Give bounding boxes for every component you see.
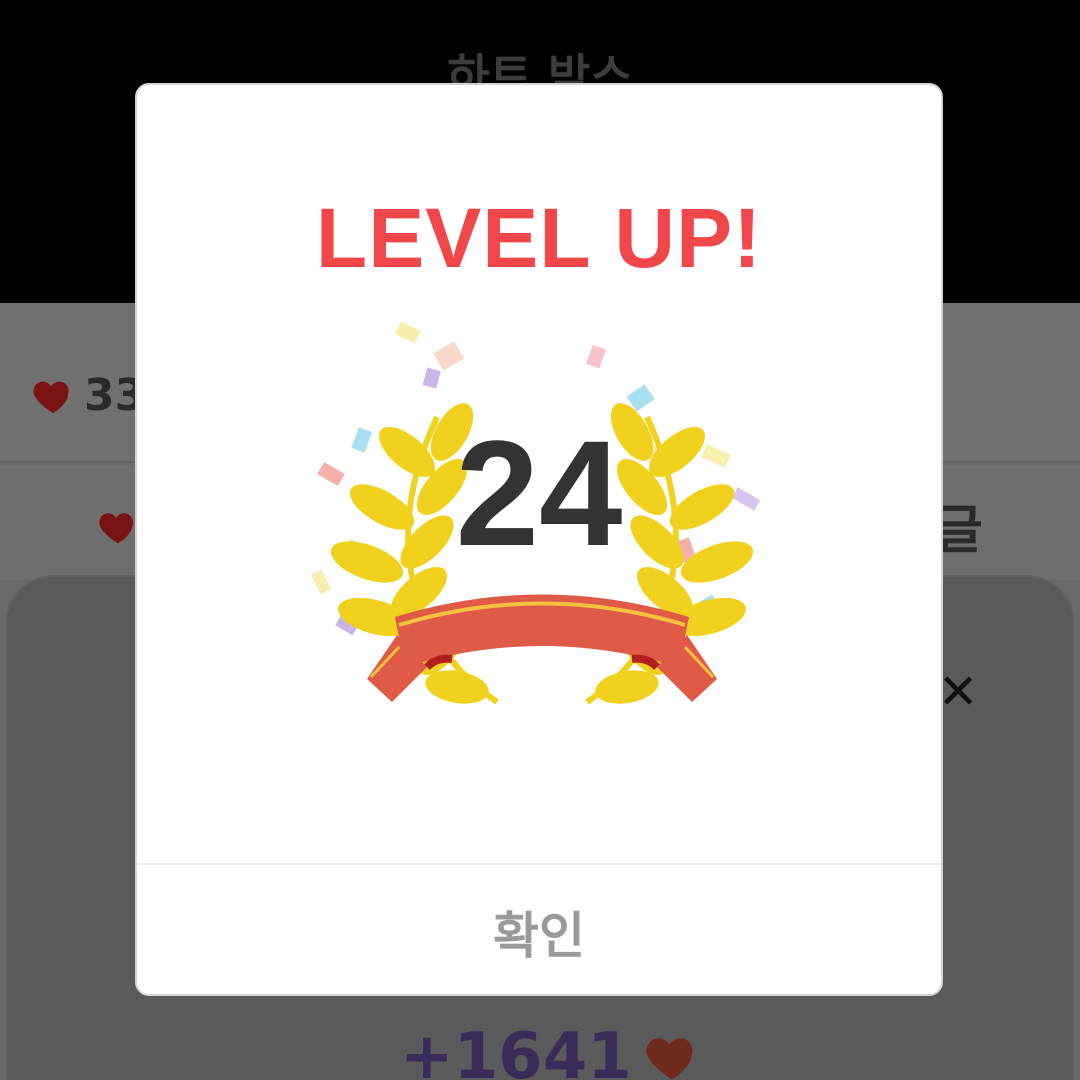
level-up-title: LEVEL UP!	[315, 191, 763, 285]
reward-value: +1641	[400, 1020, 632, 1080]
heart-icon	[646, 1038, 693, 1080]
close-icon[interactable]: ✕	[938, 668, 978, 716]
level-number: 24	[455, 409, 623, 577]
level-up-dialog: LEVEL UP! 24 확인	[135, 83, 943, 996]
heart-count: 33	[30, 370, 145, 421]
reward-amount: +1641	[400, 1020, 702, 1080]
heart-icon[interactable]	[96, 505, 140, 549]
ribbon	[367, 594, 717, 702]
heart-icon	[33, 381, 69, 413]
confirm-button[interactable]: 확인	[137, 865, 941, 994]
